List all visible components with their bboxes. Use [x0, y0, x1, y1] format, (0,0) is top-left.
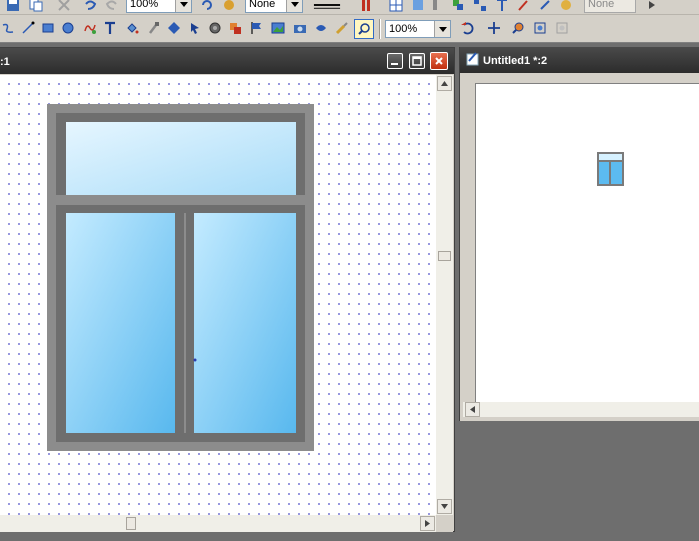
flag-tool-icon[interactable] — [248, 20, 264, 36]
close-button[interactable] — [430, 52, 448, 70]
circle-tool-icon[interactable] — [207, 20, 223, 36]
bucket-tool-icon[interactable] — [124, 20, 140, 36]
pen-icon[interactable] — [515, 0, 531, 13]
horizontal-scroll-thumb[interactable] — [126, 517, 136, 530]
minimize-button[interactable] — [387, 53, 403, 69]
line-tool-icon[interactable] — [20, 20, 36, 36]
preview-window-titlebar[interactable]: Untitled1 *:2 — [460, 47, 699, 73]
pan-icon[interactable] — [486, 20, 502, 36]
preview-window: Untitled1 *:2 — [459, 47, 699, 421]
grid-icon[interactable] — [388, 0, 404, 13]
close-icon — [435, 57, 443, 65]
zoom-combo[interactable]: 100% — [385, 20, 451, 38]
align-icon[interactable] — [430, 0, 446, 13]
scroll-down-button[interactable] — [437, 499, 452, 514]
preview-window-title: Untitled1 *:2 — [483, 55, 548, 67]
ungroup-icon[interactable] — [472, 0, 488, 13]
paint-icon[interactable] — [358, 0, 374, 13]
preview-canvas[interactable] — [475, 83, 699, 403]
zoom-combo-top-value: 100% — [130, 0, 159, 10]
flip-icon[interactable] — [221, 0, 237, 13]
window-right-pane — [194, 213, 296, 433]
horizontal-scrollbar[interactable] — [0, 515, 436, 532]
zoom-in-icon[interactable] — [510, 20, 526, 36]
transform-tool-icon[interactable] — [227, 20, 243, 36]
drawing-window-titlebar[interactable]: :1 — [0, 48, 454, 74]
preview-window-thumbnail — [597, 152, 624, 186]
zoom-tool-icon[interactable] — [354, 19, 374, 39]
maximize-icon — [412, 56, 422, 66]
chevron-right-icon — [425, 520, 430, 527]
delete-icon[interactable] — [56, 0, 72, 13]
redo-icon[interactable] — [104, 0, 120, 13]
window-mullion-highlight — [184, 205, 186, 433]
maximize-button[interactable] — [409, 53, 425, 69]
line-width-icon[interactable] — [312, 0, 342, 13]
more-icon[interactable] — [644, 0, 660, 13]
chevron-down-icon[interactable] — [286, 0, 302, 12]
rectangle-tool-icon[interactable] — [40, 20, 56, 36]
line-style-value: None — [249, 0, 276, 10]
window-drawing[interactable] — [0, 75, 436, 515]
chevron-down-icon[interactable] — [175, 0, 191, 12]
chevron-down-icon — [441, 504, 448, 509]
drawing-canvas[interactable] — [0, 75, 436, 515]
rotate-icon[interactable] — [199, 0, 215, 13]
layers-icon[interactable] — [410, 0, 426, 13]
connector-tool-icon[interactable] — [0, 20, 16, 36]
top-toolbar: 100% None None — [0, 0, 699, 15]
selection-point — [193, 358, 197, 362]
chevron-left-icon — [470, 406, 475, 413]
tools-toolbar: 100% — [0, 15, 699, 43]
zoom-combo-top[interactable]: 100% — [126, 0, 192, 13]
chevron-down-icon[interactable] — [434, 21, 450, 37]
eyedropper-tool-icon[interactable] — [145, 20, 161, 36]
freehand-tool-icon[interactable] — [82, 20, 98, 36]
node-icon[interactable] — [537, 0, 553, 13]
copy-icon[interactable] — [28, 0, 44, 13]
zoom-fit-icon[interactable] — [532, 20, 548, 36]
camera-tool-icon[interactable] — [292, 20, 308, 36]
preview-horizontal-scrollbar[interactable] — [463, 402, 699, 417]
minimize-icon — [391, 63, 398, 65]
window-transom-shadow — [56, 205, 305, 213]
pointer-tool-icon[interactable] — [187, 20, 203, 36]
window-left-pane — [66, 213, 175, 433]
chevron-up-icon — [441, 81, 448, 86]
group-icon[interactable] — [450, 0, 466, 13]
window-top-pane — [66, 122, 296, 195]
zoom-page-icon[interactable] — [554, 20, 570, 36]
toolbar-separator — [379, 19, 381, 39]
scroll-corner — [436, 515, 453, 532]
zoom-combo-value: 100% — [389, 23, 418, 35]
scroll-left-button[interactable] — [465, 402, 480, 417]
rotate-left-icon[interactable] — [459, 20, 475, 36]
ellipse-tool-icon[interactable] — [60, 20, 76, 36]
document-icon — [465, 51, 481, 67]
disabled-combo: None — [584, 0, 636, 13]
drawing-window: :1 — [0, 47, 455, 532]
save-icon[interactable] — [5, 0, 21, 13]
effects-icon[interactable] — [558, 0, 574, 13]
text-tool-icon[interactable] — [102, 20, 118, 36]
brush-tool-icon[interactable] — [334, 20, 350, 36]
shape-tool-icon[interactable] — [166, 20, 182, 36]
undo-icon[interactable] — [82, 0, 98, 13]
image-tool-icon[interactable] — [270, 20, 286, 36]
text-tool-icon[interactable] — [494, 0, 510, 13]
disabled-combo-value: None — [588, 0, 615, 10]
scroll-right-button[interactable] — [420, 516, 435, 531]
window-transom — [56, 195, 305, 205]
vertical-scroll-thumb[interactable] — [438, 251, 451, 261]
drawing-window-title: :1 — [0, 56, 10, 68]
scroll-up-button[interactable] — [437, 76, 452, 91]
line-style-combo[interactable]: None — [245, 0, 303, 13]
vertical-scrollbar[interactable] — [436, 75, 453, 515]
link-tool-icon[interactable] — [313, 20, 329, 36]
